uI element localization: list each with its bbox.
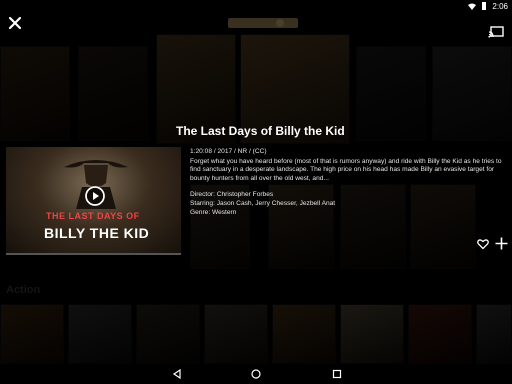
- wifi-icon: [468, 3, 477, 10]
- battery-icon: [482, 2, 487, 10]
- movie-starring: Starring: Jason Cash, Jerry Chesser, Jez…: [190, 199, 336, 207]
- movie-meta: 1:20:08 / 2017 / NR / (CC): [190, 148, 267, 155]
- close-icon[interactable]: [6, 14, 24, 32]
- app-bar: [0, 12, 512, 38]
- movie-genre: Genre: Western: [190, 208, 237, 216]
- preview-title-bottom: BILLY THE KID: [44, 225, 150, 241]
- plus-icon[interactable]: [495, 237, 508, 250]
- status-time: 2:06: [492, 1, 508, 11]
- preview-title-top: THE LAST DAYS OF: [46, 211, 140, 221]
- movie-preview[interactable]: THE LAST DAYS OF BILLY THE KID: [6, 147, 181, 253]
- movie-director: Director: Christopher Forbes: [190, 191, 274, 199]
- home-icon[interactable]: [251, 369, 261, 379]
- status-bar: 2:06: [0, 0, 512, 12]
- status-bar-right: 2:06: [468, 0, 508, 12]
- recent-apps-icon[interactable]: [332, 369, 342, 379]
- back-icon[interactable]: [172, 369, 182, 379]
- movie-details: 1:20:08 / 2017 / NR / (CC) Forget what y…: [190, 148, 502, 217]
- preview-progress-track: [6, 253, 181, 255]
- system-nav-bar: [0, 364, 512, 384]
- movie-credits: Director: Christopher Forbes Starring: J…: [190, 191, 502, 217]
- movie-title: The Last Days of Billy the Kid: [176, 124, 345, 138]
- heart-icon[interactable]: [477, 238, 489, 250]
- app-logo: [228, 18, 298, 28]
- movie-description: Forget what you have heard before (most …: [190, 157, 502, 182]
- cast-icon[interactable]: [488, 26, 504, 38]
- play-icon[interactable]: [85, 186, 105, 206]
